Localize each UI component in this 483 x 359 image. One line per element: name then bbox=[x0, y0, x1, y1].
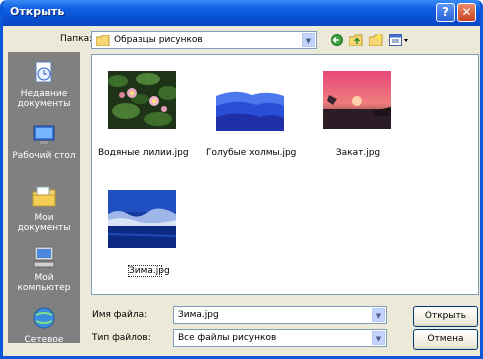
desktop-icon bbox=[33, 125, 55, 144]
file-thumbnail[interactable] bbox=[108, 71, 176, 129]
filename-label: Имя файла: bbox=[92, 310, 148, 320]
place-recent-documents[interactable]: Недавние документы bbox=[8, 60, 80, 109]
filename-combo[interactable]: Зима.jpg ▼ bbox=[173, 306, 387, 324]
recent-documents-icon bbox=[35, 61, 52, 83]
my-computer-icon bbox=[33, 246, 55, 268]
filetype-value: Все файлы рисунков bbox=[178, 333, 277, 343]
up-folder-icon[interactable] bbox=[349, 34, 363, 46]
blue-hills-image bbox=[216, 86, 284, 131]
file-thumbnail[interactable] bbox=[108, 190, 176, 248]
place-network[interactable]: Сетевое bbox=[8, 306, 80, 345]
close-button[interactable]: ✕ bbox=[457, 3, 476, 22]
chevron-down-icon[interactable]: ▼ bbox=[302, 33, 315, 47]
places-bar: Недавние документы Рабочий стол Мои доку… bbox=[8, 52, 80, 345]
place-my-computer[interactable]: Мой компьютер bbox=[8, 244, 80, 293]
filetype-combo[interactable]: Все файлы рисунков ▼ bbox=[173, 329, 387, 347]
cancel-button[interactable]: Отмена bbox=[413, 329, 478, 350]
views-menu-icon[interactable] bbox=[389, 34, 411, 46]
back-icon[interactable] bbox=[330, 34, 344, 46]
place-label: Сетевое bbox=[24, 335, 64, 345]
file-name[interactable]: Голубые холмы.jpg bbox=[206, 148, 296, 158]
look-in-combo[interactable]: Образцы рисунков ▼ bbox=[91, 31, 317, 49]
chevron-down-icon[interactable]: ▼ bbox=[372, 308, 385, 322]
water-lilies-image bbox=[108, 71, 176, 129]
file-thumbnail[interactable] bbox=[216, 86, 284, 131]
folder-icon bbox=[96, 35, 110, 46]
file-name-selected[interactable]: Зима.jpg bbox=[128, 265, 170, 277]
file-name[interactable]: Закат.jpg bbox=[314, 148, 402, 158]
chevron-down-icon[interactable]: ▼ bbox=[372, 331, 385, 345]
place-desktop[interactable]: Рабочий стол bbox=[8, 122, 80, 161]
place-label: Рабочий стол bbox=[12, 151, 76, 161]
look-in-value: Образцы рисунков bbox=[114, 35, 203, 45]
look-in-label: Папка: bbox=[60, 34, 93, 44]
place-label: Недавние документы bbox=[17, 89, 71, 109]
new-folder-icon[interactable] bbox=[369, 34, 383, 46]
file-name[interactable]: Водяные лилии.jpg bbox=[98, 148, 189, 158]
file-thumbnail[interactable] bbox=[323, 71, 391, 129]
my-documents-icon bbox=[32, 186, 56, 207]
title-bar[interactable]: Открыть ? ✕ bbox=[3, 0, 480, 26]
help-button[interactable]: ? bbox=[436, 3, 455, 22]
network-icon bbox=[33, 307, 55, 329]
open-button[interactable]: Открыть bbox=[413, 306, 478, 327]
open-dialog: Открыть ? ✕ Папка: Образцы рисунков ▼ Не… bbox=[0, 0, 483, 359]
place-label: Мой компьютер bbox=[17, 273, 71, 293]
place-my-documents[interactable]: Мои документы bbox=[8, 184, 80, 233]
filetype-label: Тип файлов: bbox=[92, 333, 151, 343]
file-list-view[interactable]: Водяные лилии.jpg Голубые холмы.jpg Зака… bbox=[91, 54, 479, 295]
winter-image bbox=[108, 190, 176, 248]
place-label: Мои документы bbox=[17, 213, 71, 233]
window-title: Открыть bbox=[10, 5, 65, 18]
filename-value: Зима.jpg bbox=[178, 310, 219, 320]
sunset-image bbox=[323, 71, 391, 129]
